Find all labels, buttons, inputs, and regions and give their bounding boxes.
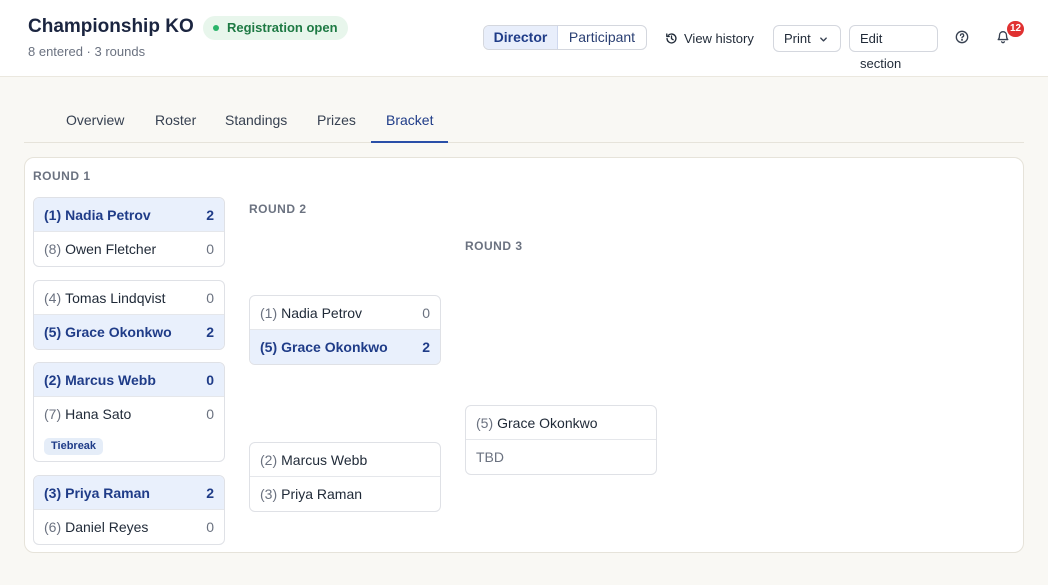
player-row: (1) Nadia Petrov 2 (34, 198, 224, 232)
match-card[interactable]: (5) Grace Okonkwo TBD (465, 405, 657, 475)
player-name: Priya Raman (281, 486, 363, 502)
player-seed: (2) (260, 451, 278, 468)
round-label: ROUND 2 (249, 202, 307, 216)
match-card[interactable]: (1) Nadia Petrov 2 (8) Owen Fletcher 0 (33, 197, 225, 267)
player-row: (2) Marcus Webb 0 (34, 363, 224, 397)
round-label: ROUND 3 (465, 239, 523, 253)
player-name: Nadia Petrov (281, 304, 363, 321)
match-card[interactable]: (1) Nadia Petrov 0 (5) Grace Okonkwo 2 (249, 295, 441, 365)
player-row: (4) Tomas Lindqvist 0 (34, 281, 224, 315)
tiebreak-badge: Tiebreak (44, 437, 104, 455)
player-row: (5) Grace Okonkwo 2 (250, 330, 440, 364)
player-row: (3) Priya Raman (250, 477, 440, 511)
section-tabs: Overview Roster Standings Prizes Bracket (24, 102, 1024, 143)
match-card[interactable]: (2) Marcus Webb 0 (7) Hana Sato 0 Tiebre… (33, 362, 225, 462)
player-score: 0 (206, 406, 214, 422)
print-button[interactable]: Print (773, 25, 841, 52)
player-score: 0 (206, 289, 214, 306)
player-row: (5) Grace Okonkwo 2 (34, 315, 224, 349)
history-icon (666, 32, 677, 44)
edit-section-button[interactable]: Edit section (849, 25, 938, 71)
tab-roster[interactable]: Roster (140, 102, 211, 143)
player-row: (3) Priya Raman 2 (34, 476, 224, 510)
player-seed: (1) (260, 304, 278, 321)
player-row: TBD (466, 440, 656, 474)
help-icon[interactable] (955, 30, 969, 44)
player-name: Daniel Reyes (65, 519, 149, 535)
player-score: 0 (206, 371, 214, 388)
player-score: 2 (206, 206, 214, 223)
player-row: (8) Owen Fletcher 0 (34, 232, 224, 266)
player-seed: (5) (44, 324, 62, 340)
tab-bracket[interactable]: Bracket (371, 102, 449, 143)
director-view-button[interactable]: Director (484, 26, 558, 49)
player-score: 0 (422, 304, 430, 321)
tab-overview[interactable]: Overview (51, 102, 139, 143)
player-seed: (3) (260, 486, 278, 502)
page-subtitle: 8 entered · 3 rounds (28, 44, 146, 59)
round-label: ROUND 1 (33, 169, 91, 183)
player-score: 0 (206, 241, 214, 257)
player-name: Nadia Petrov (65, 206, 151, 223)
player-seed: (1) (44, 206, 62, 223)
player-score: 2 (206, 484, 214, 501)
participant-view-button[interactable]: Participant (558, 26, 646, 49)
player-name: Marcus Webb (281, 451, 368, 468)
tab-prizes[interactable]: Prizes (302, 102, 371, 143)
view-toggle: Director Participant (483, 25, 647, 50)
match-card[interactable]: (4) Tomas Lindqvist 0 (5) Grace Okonkwo … (33, 280, 225, 350)
status-dot-icon (213, 25, 219, 31)
player-name: Owen Fletcher (65, 241, 157, 257)
player-seed: (3) (44, 484, 62, 501)
player-score: 2 (422, 339, 430, 355)
match-card[interactable]: (2) Marcus Webb (3) Priya Raman (249, 442, 441, 512)
view-history-button[interactable]: View history (665, 30, 754, 46)
player-seed: (7) (44, 406, 62, 422)
print-label: Print (784, 31, 811, 46)
player-name: Grace Okonkwo (497, 414, 598, 431)
player-seed: (5) (476, 414, 494, 431)
view-history-label: View history (684, 30, 754, 46)
player-row: (1) Nadia Petrov 0 (250, 296, 440, 330)
player-name: Grace Okonkwo (281, 339, 388, 355)
page-header: Championship KO Registration open 8 ente… (0, 0, 1048, 77)
player-row: (2) Marcus Webb (250, 443, 440, 477)
match-card[interactable]: (3) Priya Raman 2 (6) Daniel Reyes 0 (33, 475, 225, 545)
player-seed: (5) (260, 339, 278, 355)
player-seed: (4) (44, 289, 62, 306)
player-score: 0 (206, 519, 214, 535)
status-badge-label: Registration open (227, 20, 338, 35)
player-score: 2 (206, 324, 214, 340)
player-name: Hana Sato (65, 406, 132, 422)
player-name: TBD (476, 449, 504, 465)
status-badge: Registration open (203, 16, 348, 40)
match-note: Tiebreak (34, 431, 224, 461)
player-name: Grace Okonkwo (65, 324, 172, 340)
notification-count-badge: 12 (1007, 21, 1025, 37)
player-name: Marcus Webb (65, 371, 156, 388)
page-title: Championship KO (28, 16, 194, 37)
player-row: (6) Daniel Reyes 0 (34, 510, 224, 544)
player-seed: (6) (44, 519, 62, 535)
player-seed: (2) (44, 371, 62, 388)
player-name: Priya Raman (65, 484, 150, 501)
tab-standings[interactable]: Standings (210, 102, 302, 143)
player-row: (7) Hana Sato 0 (34, 397, 224, 431)
player-name: Tomas Lindqvist (65, 289, 166, 306)
player-seed: (8) (44, 241, 62, 257)
player-row: (5) Grace Okonkwo (466, 406, 656, 440)
bracket-panel: ROUND 1 ROUND 2 ROUND 3 (1) Nadia Petrov… (24, 157, 1024, 553)
chevron-down-icon (820, 37, 827, 42)
